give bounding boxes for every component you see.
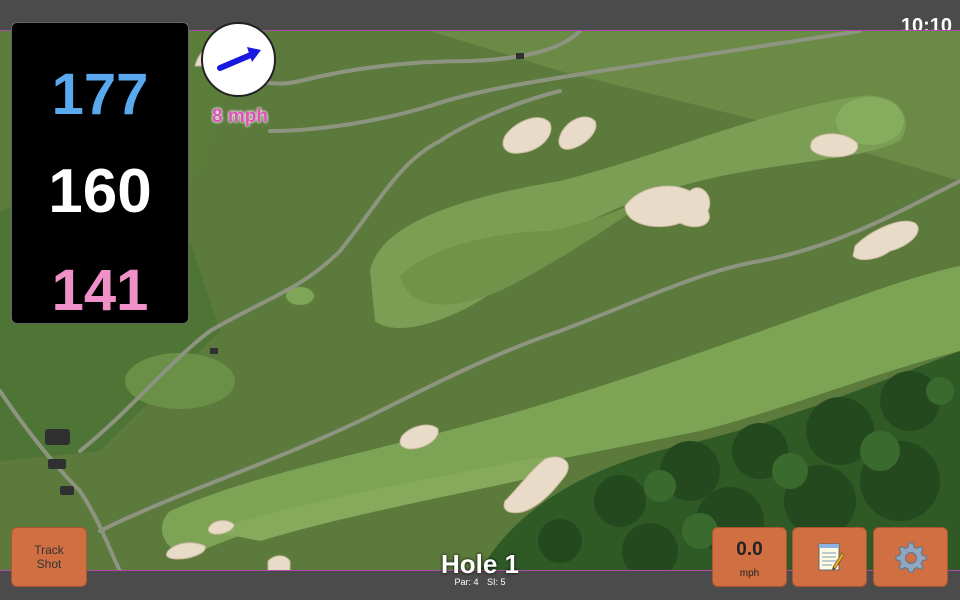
track-shot-button[interactable]: Track Shot: [11, 527, 87, 587]
gear-icon: [874, 528, 947, 586]
hole-title: Hole 1: [440, 549, 520, 579]
hole-stroke-index: SI: 5: [487, 577, 506, 587]
wind-direction-dial[interactable]: [201, 22, 276, 97]
hole-par: Par: 4: [454, 577, 479, 587]
hole-info: Par: 4 SI: 5: [380, 577, 580, 587]
notepad-icon: [793, 528, 866, 586]
wind-arrow-icon: [217, 47, 261, 71]
speed-unit: mph: [739, 568, 760, 579]
wind-speed: 8 mph: [212, 106, 268, 127]
middle-distance: 160: [48, 157, 152, 226]
notes-button[interactable]: [792, 527, 867, 587]
back-distance: 177: [51, 62, 149, 127]
front-distance: 141: [51, 258, 149, 323]
distance-panel: 177 160 141: [11, 22, 189, 324]
speed-value: 0.0: [736, 539, 763, 560]
track-shot-label: Track Shot: [34, 543, 64, 571]
speed-button[interactable]: 0.0 mph: [712, 527, 787, 587]
settings-button[interactable]: [873, 527, 948, 587]
